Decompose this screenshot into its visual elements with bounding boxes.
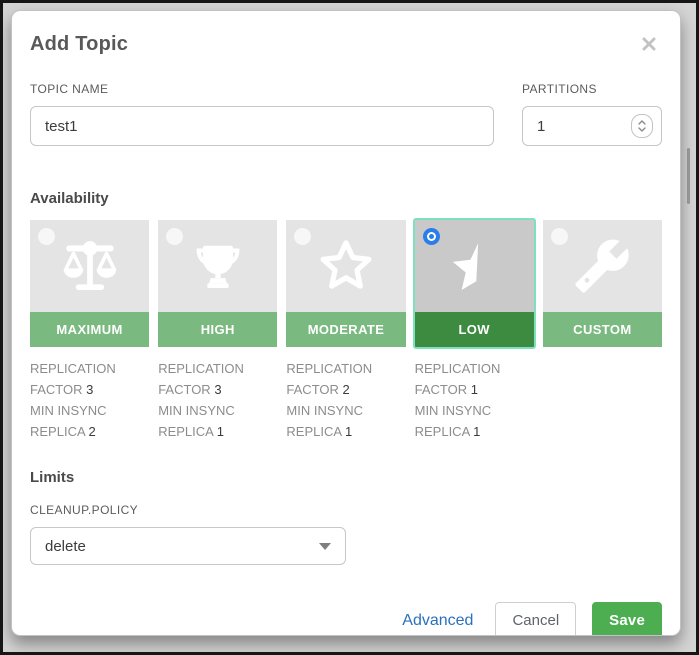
radio-custom[interactable] <box>551 228 568 245</box>
add-topic-dialog: Add Topic TOPIC NAME PARTITIONS <box>11 10 681 636</box>
trophy-icon <box>189 237 247 295</box>
dialog-footer: Advanced Cancel Save <box>30 602 662 636</box>
half-star-icon <box>443 235 505 297</box>
up-down-stepper-icon <box>638 119 646 133</box>
dialog-header: Add Topic <box>30 33 662 56</box>
advanced-link[interactable]: Advanced <box>402 612 473 630</box>
close-button[interactable] <box>640 35 658 53</box>
card-label-high: HIGH <box>201 322 235 337</box>
star-outline-icon <box>313 233 379 299</box>
availability-card-custom[interactable]: CUSTOM <box>543 220 662 347</box>
save-button[interactable]: Save <box>592 602 662 636</box>
cleanup-policy-label: CLEANUP.POLICY <box>30 503 662 517</box>
page-scrollbar-thumb[interactable] <box>687 148 690 204</box>
details-custom <box>543 358 662 442</box>
availability-card-low[interactable]: LOW <box>415 220 534 347</box>
topic-name-label: TOPIC NAME <box>30 82 494 96</box>
partitions-field: PARTITIONS <box>522 82 662 146</box>
radio-high[interactable] <box>166 228 183 245</box>
details-maximum: REPLICATION FACTOR 3 MIN INSYNC REPLICA … <box>30 358 149 442</box>
card-label-custom: CUSTOM <box>573 322 632 337</box>
availability-cards: MAXIMUM HIGH <box>30 220 662 347</box>
card-label-low: LOW <box>458 322 490 337</box>
radio-maximum[interactable] <box>38 228 55 245</box>
radio-moderate[interactable] <box>294 228 311 245</box>
limits-heading: Limits <box>30 469 662 486</box>
screenshot-frame: Add Topic TOPIC NAME PARTITIONS <box>0 0 699 655</box>
cleanup-policy-value: delete <box>45 538 86 555</box>
topic-name-field: TOPIC NAME <box>30 82 494 146</box>
card-label-moderate: MODERATE <box>308 322 385 337</box>
partitions-stepper[interactable] <box>631 114 653 138</box>
availability-card-high[interactable]: HIGH <box>158 220 277 347</box>
details-low: REPLICATION FACTOR 1 MIN INSYNC REPLICA … <box>415 358 534 442</box>
partitions-label: PARTITIONS <box>522 82 662 96</box>
topic-name-input[interactable] <box>30 106 494 146</box>
card-label-maximum: MAXIMUM <box>56 322 122 337</box>
close-x-icon <box>641 36 657 52</box>
availability-card-moderate[interactable]: MODERATE <box>286 220 405 347</box>
cancel-button[interactable]: Cancel <box>495 602 576 636</box>
details-high: REPLICATION FACTOR 3 MIN INSYNC REPLICA … <box>158 358 277 442</box>
radio-low[interactable] <box>423 228 440 245</box>
wrench-icon <box>573 237 631 295</box>
availability-card-maximum[interactable]: MAXIMUM <box>30 220 149 347</box>
details-moderate: REPLICATION FACTOR 2 MIN INSYNC REPLICA … <box>286 358 405 442</box>
availability-details: REPLICATION FACTOR 3 MIN INSYNC REPLICA … <box>30 358 662 442</box>
dialog-title: Add Topic <box>30 33 128 56</box>
dropdown-caret-icon <box>319 543 331 550</box>
availability-heading: Availability <box>30 190 662 207</box>
balance-scales-icon <box>59 235 121 297</box>
fields-row: TOPIC NAME PARTITIONS <box>30 82 662 146</box>
cleanup-policy-select[interactable]: delete <box>30 527 346 565</box>
